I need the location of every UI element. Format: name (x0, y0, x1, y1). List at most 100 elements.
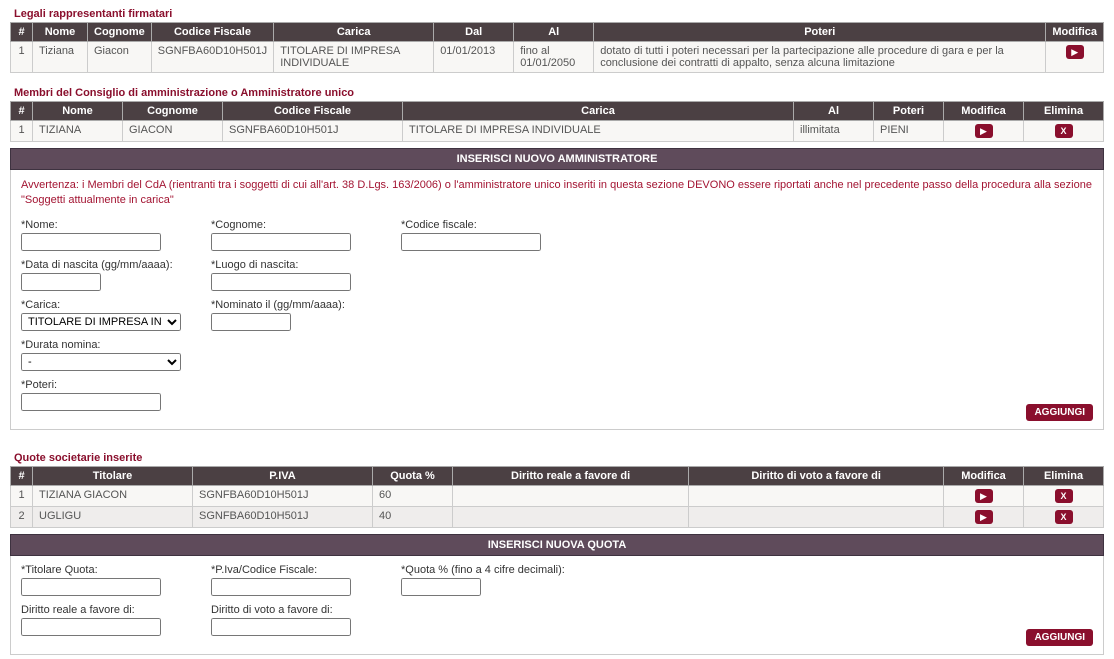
cell-dr (453, 485, 689, 506)
cell-dv (689, 485, 944, 506)
table-row: 2 UGLIGU SGNFBA60D10H501J 40 ▶ X (11, 506, 1104, 527)
th-mod: Modifica (944, 102, 1024, 121)
th-n: # (11, 466, 33, 485)
aggiungi-admin-button[interactable]: AGGIUNGI (1026, 404, 1093, 421)
cell-cognome: Giacon (88, 42, 152, 73)
cell-nome: TIZIANA (33, 121, 123, 142)
th-nome: Nome (33, 23, 88, 42)
th-carica: Carica (403, 102, 794, 121)
label-nominato: *Nominato il (gg/mm/aaaa): (211, 299, 371, 311)
dr-input[interactable] (21, 618, 161, 636)
edit-button[interactable]: ▶ (975, 489, 993, 503)
board-title: Membri del Consiglio di amministrazione … (14, 87, 1104, 99)
th-cf: Codice Fiscale (223, 102, 403, 121)
cell-cf: SGNFBA60D10H501J (223, 121, 403, 142)
cognome-input[interactable] (211, 233, 351, 251)
label-nome: *Nome: (21, 219, 181, 231)
legal-reps-table: # Nome Cognome Codice Fiscale Carica Dal… (10, 22, 1104, 73)
table-row: 1 TIZIANA GIACON SGNFBA60D10H501J 60 ▶ X (11, 485, 1104, 506)
cell-poteri: dotato di tutti i poteri necessari per l… (594, 42, 1046, 73)
cell-titolare: UGLIGU (33, 506, 193, 527)
cell-dal: 01/01/2013 (434, 42, 514, 73)
label-dv: Diritto di voto a favore di: (211, 604, 371, 616)
nome-input[interactable] (21, 233, 161, 251)
th-n: # (11, 23, 33, 42)
cell-quota: 60 (373, 485, 453, 506)
admin-warning: Avvertenza: i Membri del CdA (rientranti… (21, 178, 1093, 209)
label-dr: Diritto reale a favore di: (21, 604, 181, 616)
th-dv: Diritto di voto a favore di (689, 466, 944, 485)
th-cognome: Cognome (123, 102, 223, 121)
th-dal: Dal (434, 23, 514, 42)
poteri-input[interactable] (21, 393, 161, 411)
th-al: Al (794, 102, 874, 121)
th-del: Elimina (1024, 466, 1104, 485)
cell-piva: SGNFBA60D10H501J (193, 506, 373, 527)
cell-n: 1 (11, 485, 33, 506)
dv-input[interactable] (211, 618, 351, 636)
delete-button[interactable]: X (1055, 489, 1073, 503)
carica-select[interactable]: TITOLARE DI IMPRESA INDIVIDUALE (21, 313, 181, 331)
label-cognome: *Cognome: (211, 219, 371, 231)
board-table: # Nome Cognome Codice Fiscale Carica Al … (10, 101, 1104, 142)
cell-titolare: TIZIANA GIACON (33, 485, 193, 506)
cell-quota: 40 (373, 506, 453, 527)
cell-cf: SGNFBA60D10H501J (151, 42, 273, 73)
quotes-table: # Titolare P.IVA Quota % Diritto reale a… (10, 466, 1104, 528)
th-cognome: Cognome (88, 23, 152, 42)
cell-piva: SGNFBA60D10H501J (193, 485, 373, 506)
cell-n: 2 (11, 506, 33, 527)
insert-admin-header: INSERISCI NUOVO AMMINISTRATORE (10, 148, 1104, 170)
th-quota: Quota % (373, 466, 453, 485)
th-poteri: Poteri (594, 23, 1046, 42)
lnasc-input[interactable] (211, 273, 351, 291)
insert-quote-form: *Titolare Quota: *P.Iva/Codice Fiscale: … (10, 556, 1104, 655)
legal-reps-title: Legali rappresentanti firmatari (14, 8, 1104, 20)
th-al: Al (514, 23, 594, 42)
th-del: Elimina (1024, 102, 1104, 121)
cell-dr (453, 506, 689, 527)
insert-admin-form: Avvertenza: i Membri del CdA (rientranti… (10, 170, 1104, 430)
label-durata: *Durata nomina: (21, 339, 181, 351)
titolare-input[interactable] (21, 578, 161, 596)
durata-select[interactable]: - (21, 353, 181, 371)
edit-button[interactable]: ▶ (975, 124, 993, 138)
label-lnasc: *Luogo di nascita: (211, 259, 371, 271)
th-mod: Modifica (1046, 23, 1104, 42)
label-cf: *Codice fiscale: (401, 219, 561, 231)
quota-input[interactable] (401, 578, 481, 596)
cell-carica: TITOLARE DI IMPRESA INDIVIDUALE (403, 121, 794, 142)
label-carica: *Carica: (21, 299, 181, 311)
nominato-input[interactable] (211, 313, 291, 331)
th-carica: Carica (274, 23, 434, 42)
piva-input[interactable] (211, 578, 351, 596)
table-row: 1 Tiziana Giacon SGNFBA60D10H501J TITOLA… (11, 42, 1104, 73)
th-poteri: Poteri (874, 102, 944, 121)
insert-quote-header: INSERISCI NUOVA QUOTA (10, 534, 1104, 556)
cell-cognome: GIACON (123, 121, 223, 142)
quotes-title: Quote societarie inserite (14, 452, 1104, 464)
edit-button[interactable]: ▶ (1066, 45, 1084, 59)
cf-input[interactable] (401, 233, 541, 251)
dnasc-input[interactable] (21, 273, 101, 291)
cell-al: fino al 01/01/2050 (514, 42, 594, 73)
delete-button[interactable]: X (1055, 124, 1073, 138)
th-nome: Nome (33, 102, 123, 121)
delete-button[interactable]: X (1055, 510, 1073, 524)
th-n: # (11, 102, 33, 121)
th-mod: Modifica (944, 466, 1024, 485)
edit-button[interactable]: ▶ (975, 510, 993, 524)
cell-n: 1 (11, 42, 33, 73)
cell-poteri: PIENI (874, 121, 944, 142)
th-piva: P.IVA (193, 466, 373, 485)
label-dnasc: *Data di nascita (gg/mm/aaaa): (21, 259, 181, 271)
table-row: 1 TIZIANA GIACON SGNFBA60D10H501J TITOLA… (11, 121, 1104, 142)
label-poteri: *Poteri: (21, 379, 181, 391)
th-titolare: Titolare (33, 466, 193, 485)
cell-dv (689, 506, 944, 527)
cell-nome: Tiziana (33, 42, 88, 73)
aggiungi-quote-button[interactable]: AGGIUNGI (1026, 629, 1093, 646)
th-dr: Diritto reale a favore di (453, 466, 689, 485)
cell-n: 1 (11, 121, 33, 142)
th-cf: Codice Fiscale (151, 23, 273, 42)
